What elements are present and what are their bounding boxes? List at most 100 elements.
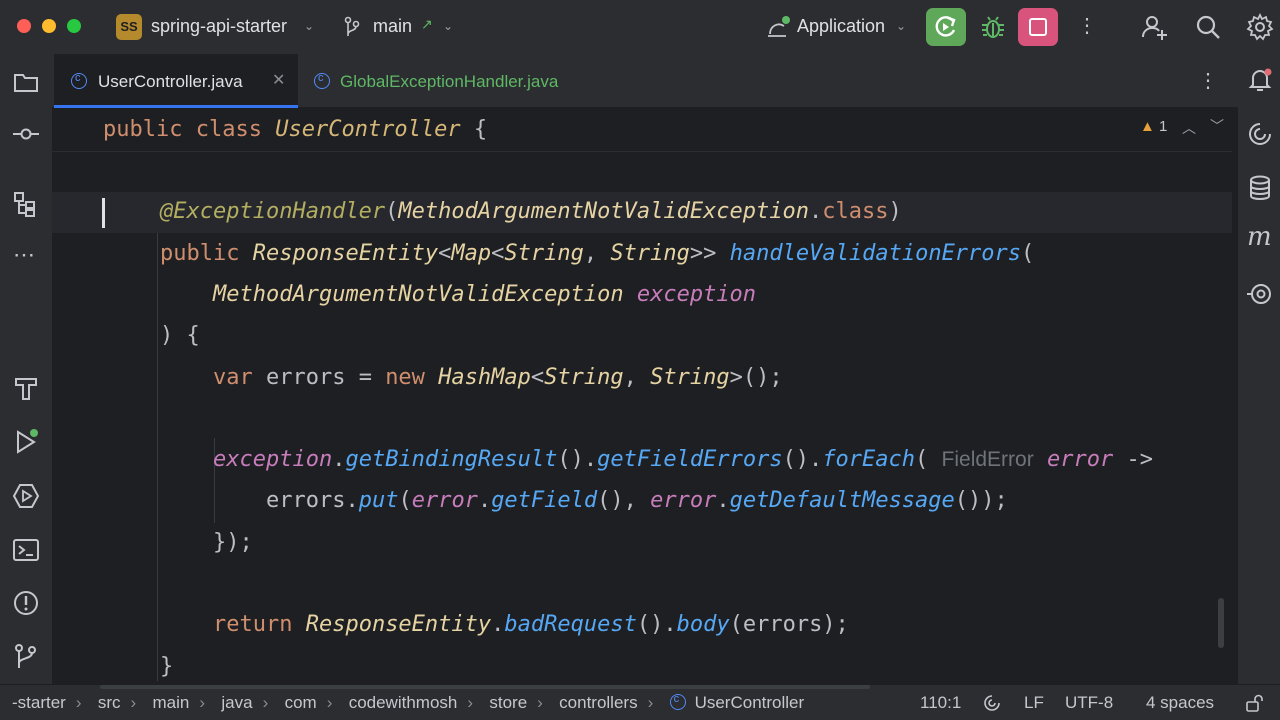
code-editor[interactable]: @ExceptionHandler(MethodArgumentNotValid… xyxy=(52,108,1238,684)
window-minimize-button[interactable] xyxy=(42,19,56,33)
window-close-button[interactable] xyxy=(17,19,31,33)
code-token: put xyxy=(358,488,399,514)
java-class-icon xyxy=(314,72,330,89)
code-token: getDefaultMessage xyxy=(729,488,955,514)
commit-icon[interactable] xyxy=(12,120,40,148)
code-token: errors = xyxy=(252,364,386,390)
file-encoding[interactable]: UTF-8 xyxy=(1065,693,1113,713)
services-icon[interactable] xyxy=(12,482,40,510)
ai-status-icon[interactable] xyxy=(983,694,1001,712)
breadcrumb-separator-icon: › xyxy=(199,693,206,712)
build-hammer-icon[interactable] xyxy=(12,374,40,402)
branch-outgoing-icon: ↗ xyxy=(421,16,433,32)
breadcrumb-item[interactable]: java xyxy=(221,693,252,713)
code-token: UserController xyxy=(275,117,461,142)
code-token: < xyxy=(491,240,505,266)
tab-global-exception-handler[interactable]: GlobalExceptionHandler.java xyxy=(302,54,592,108)
code-token: { xyxy=(460,117,488,142)
settings-gear-icon[interactable] xyxy=(1246,13,1274,41)
window-zoom-button[interactable] xyxy=(67,19,81,33)
vertical-scrollbar-thumb[interactable] xyxy=(1218,598,1224,648)
unlock-icon[interactable] xyxy=(1244,693,1264,713)
code-token: public xyxy=(160,240,240,266)
horizontal-scrollbar[interactable] xyxy=(100,685,870,689)
code-token: . xyxy=(332,447,346,473)
sticky-class-header[interactable]: public class UserController { ▲ 1 ︿ ﹀ xyxy=(52,108,1232,152)
editor-tab-bar: UserController.java ✕ GlobalExceptionHan… xyxy=(52,54,1238,108)
run-config-name[interactable]: Application xyxy=(797,16,885,37)
code-line: ) { xyxy=(160,321,200,351)
tab-user-controller[interactable]: UserController.java ✕ xyxy=(54,54,298,108)
code-token: error xyxy=(650,488,717,514)
more-tool-windows-icon[interactable]: ⋯ xyxy=(13,244,35,266)
search-icon[interactable] xyxy=(1194,13,1222,41)
breadcrumb-item[interactable]: UserController xyxy=(695,693,805,713)
code-token: ResponseEntity xyxy=(252,240,439,266)
caret-position[interactable]: 110:1 xyxy=(920,693,961,713)
breadcrumb-item[interactable]: -starter xyxy=(12,693,66,713)
code-token: return xyxy=(212,612,293,638)
debug-icon[interactable] xyxy=(978,12,1008,42)
project-name[interactable]: spring-api-starter xyxy=(151,16,287,37)
code-token: } xyxy=(160,653,174,679)
code-token: errors xyxy=(265,488,346,514)
more-actions-icon[interactable]: ⋮ xyxy=(1077,16,1097,36)
previous-highlight-icon[interactable]: ︿ xyxy=(1182,118,1196,138)
structure-icon[interactable] xyxy=(12,190,40,218)
problems-icon[interactable] xyxy=(12,589,40,617)
project-chevron-down-icon[interactable]: ⌄ xyxy=(304,19,314,33)
maven-icon[interactable]: m xyxy=(1247,222,1272,252)
breadcrumb-item[interactable]: src xyxy=(98,693,121,713)
rerun-icon xyxy=(935,16,956,37)
code-token: class xyxy=(195,117,262,142)
branch-chevron-down-icon[interactable]: ⌄ xyxy=(443,19,453,33)
code-token: var xyxy=(212,364,253,390)
code-token: handleValidationErrors xyxy=(729,240,1022,266)
version-control-icon[interactable] xyxy=(12,642,40,670)
java-class-icon xyxy=(71,72,87,89)
endpoints-icon[interactable] xyxy=(1246,280,1274,308)
code-token: , xyxy=(623,364,651,390)
tab-options-icon[interactable]: ⋮ xyxy=(1198,71,1218,91)
run-icon[interactable] xyxy=(12,428,40,456)
code-token: }); xyxy=(212,529,253,555)
breadcrumb-item[interactable]: controllers xyxy=(559,693,637,713)
next-highlight-icon[interactable]: ﹀ xyxy=(1210,116,1224,136)
ai-assistant-icon[interactable] xyxy=(1246,120,1274,148)
tab-close-icon[interactable]: ✕ xyxy=(272,70,285,90)
code-token: < xyxy=(438,240,452,266)
status-bar: -starter › src › main › java › com › codewithmosh ›… xyxy=(0,684,1280,720)
code-token: HashMap xyxy=(438,364,531,390)
inspection-widget[interactable]: ▲ 1 xyxy=(1140,118,1167,135)
add-user-icon[interactable] xyxy=(1141,13,1169,41)
breadcrumb-item[interactable]: com xyxy=(285,693,317,713)
code-token: exception xyxy=(212,447,333,473)
git-branch-icon[interactable] xyxy=(343,16,361,38)
code-token: < xyxy=(530,364,545,390)
indent-setting[interactable]: 4 spaces xyxy=(1146,693,1214,713)
project-badge[interactable]: SS xyxy=(116,14,142,40)
breadcrumb-separator-icon: › xyxy=(467,693,474,712)
warning-icon: ▲ xyxy=(1140,118,1155,135)
breadcrumb-item[interactable]: main xyxy=(153,693,190,713)
code-token: String xyxy=(504,240,584,266)
stop-button[interactable] xyxy=(1018,8,1058,46)
sticky-code-line: public class UserController { xyxy=(103,115,487,145)
terminal-icon[interactable] xyxy=(12,536,40,564)
code-token: error xyxy=(411,488,478,514)
notifications-bell-icon[interactable] xyxy=(1246,66,1274,94)
database-icon[interactable] xyxy=(1246,174,1274,202)
breadcrumb-item[interactable]: store xyxy=(489,693,527,713)
run-config-chevron-down-icon[interactable]: ⌄ xyxy=(896,19,906,33)
rerun-button[interactable] xyxy=(926,8,966,46)
project-folder-icon[interactable] xyxy=(12,68,40,96)
code-token: . xyxy=(477,488,492,514)
run-config-icon[interactable] xyxy=(766,14,794,40)
code-line: MethodArgumentNotValidException exceptio… xyxy=(160,280,756,310)
code-line: } xyxy=(160,652,173,682)
branch-name[interactable]: main xyxy=(373,16,412,37)
line-ending[interactable]: LF xyxy=(1024,693,1044,713)
breadcrumb-item[interactable]: codewithmosh xyxy=(349,693,458,713)
